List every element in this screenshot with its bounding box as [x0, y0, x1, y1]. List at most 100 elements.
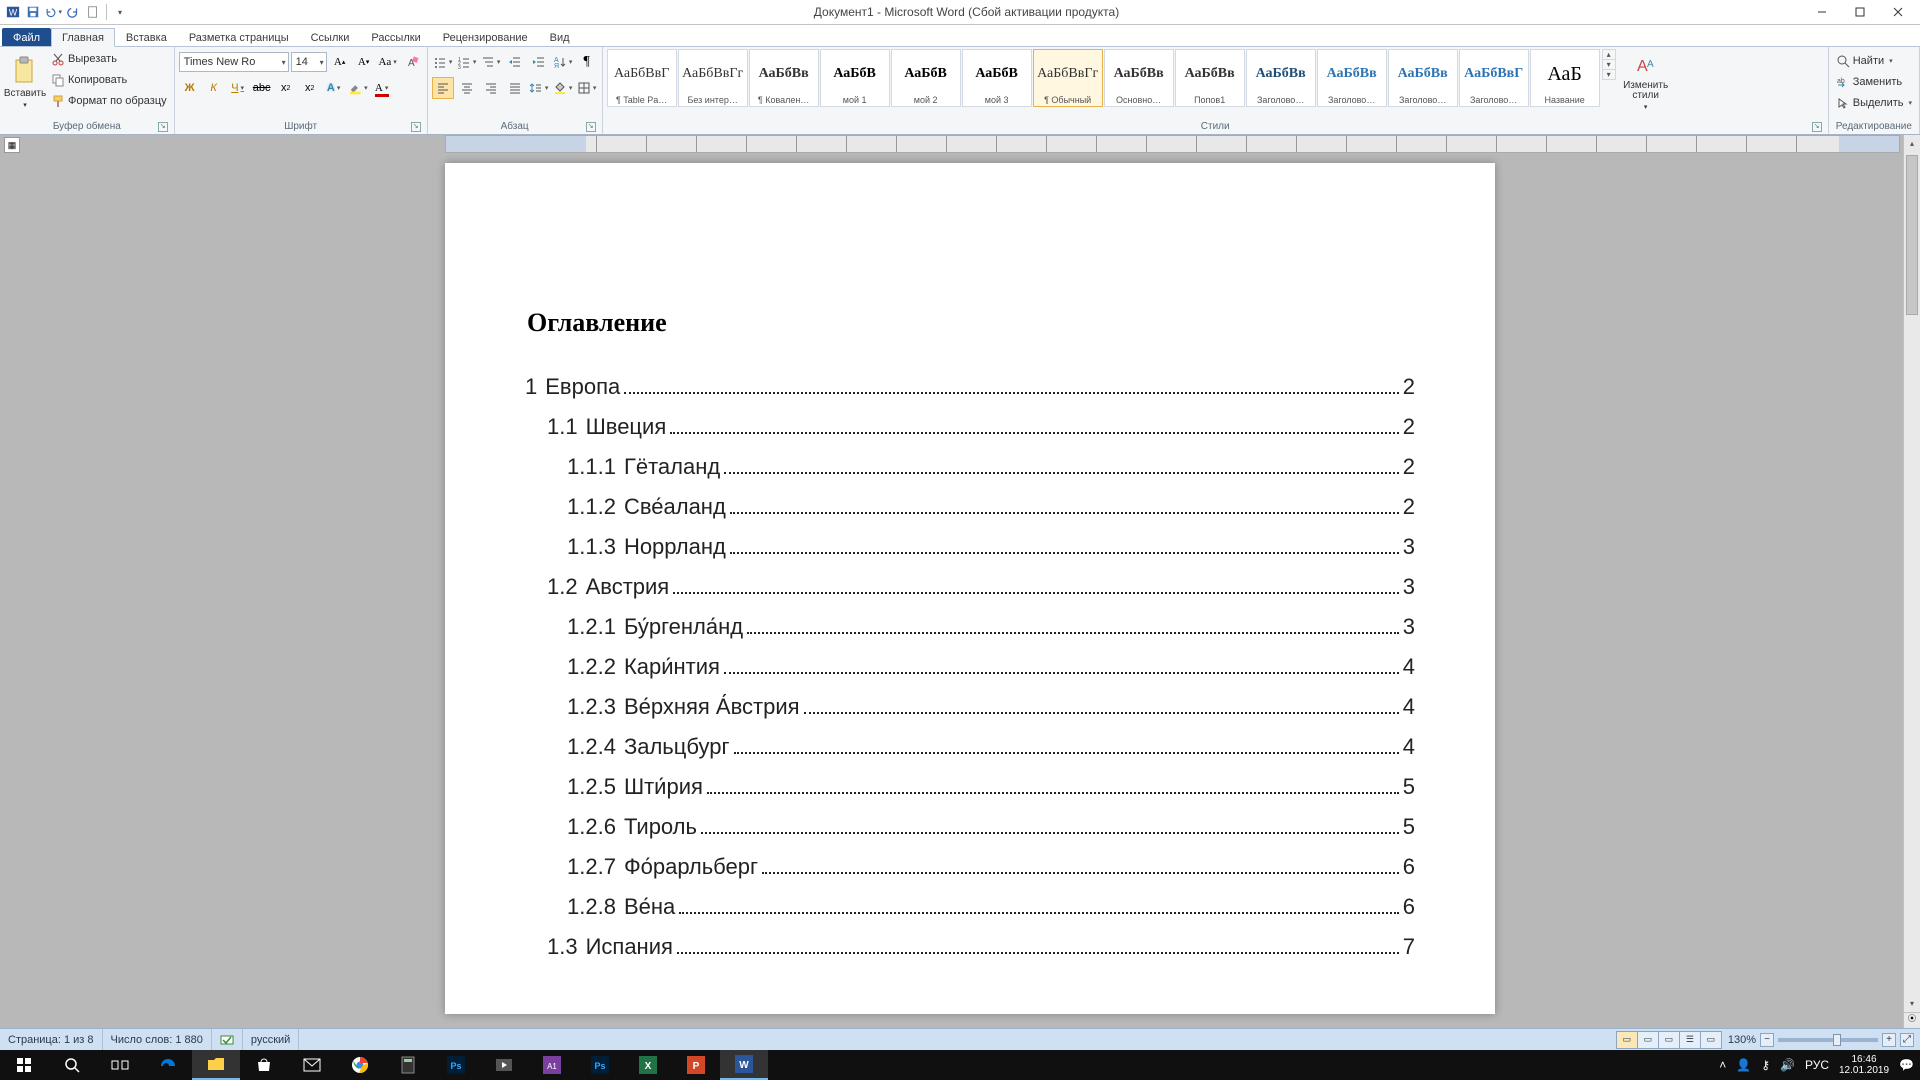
style-card[interactable]: АаБбВвГ¶ Table Pa…: [607, 49, 677, 107]
multilevel-icon[interactable]: [480, 51, 502, 73]
style-gallery[interactable]: АаБбВвГ¶ Table Pa…АаБбВвГгБез интер…АаБб…: [607, 49, 1600, 107]
font-name-combo[interactable]: Times New Ro: [179, 52, 289, 72]
tray-people-icon[interactable]: 👤: [1736, 1058, 1751, 1072]
taskbar-video-icon[interactable]: [480, 1050, 528, 1080]
style-card[interactable]: АаБбВвПопов1: [1175, 49, 1245, 107]
view-draft-icon[interactable]: ▭: [1700, 1031, 1722, 1049]
tray-volume-icon[interactable]: 🔊: [1780, 1058, 1795, 1072]
tab-references[interactable]: Ссылки: [300, 28, 361, 46]
tray-clock[interactable]: 16:46 12.01.2019: [1839, 1054, 1889, 1076]
scroll-up-icon[interactable]: ▴: [1904, 135, 1920, 152]
tray-network-icon[interactable]: ⚷: [1761, 1058, 1770, 1072]
format-painter-button[interactable]: Формат по образцу: [48, 91, 170, 111]
select-button[interactable]: Выделить: [1833, 93, 1915, 113]
style-expand[interactable]: ▾: [1603, 69, 1615, 79]
style-card[interactable]: АаБбВвЗаголово…: [1246, 49, 1316, 107]
ruler-toggle[interactable]: ▦: [4, 137, 20, 153]
status-lang[interactable]: русский: [243, 1029, 299, 1050]
find-button[interactable]: Найти: [1833, 51, 1896, 71]
qat-customize-icon[interactable]: ▾: [111, 3, 129, 21]
style-card[interactable]: АаБбВмой 3: [962, 49, 1032, 107]
style-card[interactable]: АаБбВмой 2: [891, 49, 961, 107]
zoom-out-button[interactable]: −: [1760, 1033, 1774, 1047]
indent-inc-icon[interactable]: [528, 51, 550, 73]
highlight-icon[interactable]: [347, 77, 369, 99]
italic-icon[interactable]: К: [203, 77, 225, 99]
taskbar-taskview-icon[interactable]: [96, 1050, 144, 1080]
style-card[interactable]: АаБбВвЗаголово…: [1317, 49, 1387, 107]
zoom-fit-button[interactable]: ⤢: [1900, 1033, 1914, 1047]
grow-font-icon[interactable]: A▴: [329, 51, 351, 73]
sort-icon[interactable]: AЯ: [552, 51, 574, 73]
taskbar-mail-icon[interactable]: [288, 1050, 336, 1080]
taskbar-store-icon[interactable]: [240, 1050, 288, 1080]
shrink-font-icon[interactable]: A▾: [353, 51, 375, 73]
line-spacing-icon[interactable]: [528, 77, 550, 99]
clipboard-launcher[interactable]: ↘: [158, 122, 168, 132]
qat-undo-icon[interactable]: [44, 3, 62, 21]
replace-button[interactable]: abЗаменить: [1833, 72, 1905, 92]
style-card[interactable]: АаБбВмой 1: [820, 49, 890, 107]
zoom-slider[interactable]: [1778, 1038, 1878, 1042]
taskbar-edge-icon[interactable]: [144, 1050, 192, 1080]
underline-icon[interactable]: Ч: [227, 77, 249, 99]
taskbar-calc-icon[interactable]: [384, 1050, 432, 1080]
tab-file[interactable]: Файл: [2, 28, 51, 46]
page[interactable]: Оглавление 1Европа21.1Швеция21.1.1Гётала…: [445, 163, 1495, 1014]
tab-layout[interactable]: Разметка страницы: [178, 28, 300, 46]
style-scroll-up[interactable]: ▴: [1603, 50, 1615, 59]
style-card[interactable]: АаБбВвЗаголово…: [1388, 49, 1458, 107]
strike-icon[interactable]: abc: [251, 77, 273, 99]
change-case-icon[interactable]: Aa: [377, 51, 399, 73]
style-card[interactable]: АаБбВвГгБез интер…: [678, 49, 748, 107]
tray-notifications-icon[interactable]: 💬: [1899, 1058, 1914, 1072]
style-card[interactable]: АаБбВвГг¶ Обычный: [1033, 49, 1103, 107]
start-button[interactable]: [0, 1050, 48, 1080]
font-launcher[interactable]: ↘: [411, 122, 421, 132]
qat-save-icon[interactable]: [24, 3, 42, 21]
taskbar-excel-icon[interactable]: X: [624, 1050, 672, 1080]
tab-review[interactable]: Рецензирование: [432, 28, 539, 46]
align-right-icon[interactable]: [480, 77, 502, 99]
tab-view[interactable]: Вид: [539, 28, 581, 46]
style-card[interactable]: АаБбВв¶ Ковален…: [749, 49, 819, 107]
bold-icon[interactable]: Ж: [179, 77, 201, 99]
superscript-icon[interactable]: x2: [299, 77, 321, 99]
text-effects-icon[interactable]: A: [323, 77, 345, 99]
numbering-icon[interactable]: 123: [456, 51, 478, 73]
style-card[interactable]: АаБбВвГЗаголово…: [1459, 49, 1529, 107]
clear-format-icon[interactable]: A: [401, 51, 423, 73]
styles-launcher[interactable]: ↘: [1812, 122, 1822, 132]
view-outline-icon[interactable]: ☰: [1679, 1031, 1701, 1049]
taskbar-word-icon[interactable]: W: [720, 1050, 768, 1080]
font-size-combo[interactable]: 14: [291, 52, 327, 72]
prev-page-icon[interactable]: ⦿: [1904, 1013, 1920, 1025]
style-card[interactable]: АаБбВвОсновно…: [1104, 49, 1174, 107]
taskbar-ps-icon[interactable]: Ps: [432, 1050, 480, 1080]
taskbar-explorer-icon[interactable]: [192, 1050, 240, 1080]
minimize-button[interactable]: [1804, 2, 1840, 22]
status-words[interactable]: Число слов: 1 880: [103, 1029, 212, 1050]
qat-redo-icon[interactable]: [64, 3, 82, 21]
view-read-icon[interactable]: ▭: [1637, 1031, 1659, 1049]
indent-dec-icon[interactable]: [504, 51, 526, 73]
font-color-icon[interactable]: A: [371, 77, 393, 99]
justify-icon[interactable]: [504, 77, 526, 99]
qat-new-icon[interactable]: [84, 3, 102, 21]
bullets-icon[interactable]: [432, 51, 454, 73]
maximize-button[interactable]: [1842, 2, 1878, 22]
tab-mailings[interactable]: Рассылки: [360, 28, 431, 46]
taskbar-chrome-icon[interactable]: [336, 1050, 384, 1080]
taskbar-ps2-icon[interactable]: Ps: [576, 1050, 624, 1080]
horizontal-ruler[interactable]: [445, 135, 1900, 153]
status-page[interactable]: Страница: 1 из 8: [0, 1029, 103, 1050]
close-button[interactable]: [1880, 2, 1916, 22]
zoom-in-button[interactable]: +: [1882, 1033, 1896, 1047]
tray-up-icon[interactable]: ˄: [1719, 1058, 1726, 1072]
change-styles-button[interactable]: AA Изменить стили▾: [1618, 49, 1674, 115]
taskbar-app1-icon[interactable]: A1: [528, 1050, 576, 1080]
view-web-icon[interactable]: ▭: [1658, 1031, 1680, 1049]
view-print-icon[interactable]: ▭: [1616, 1031, 1638, 1049]
status-proof[interactable]: [212, 1029, 243, 1050]
tab-insert[interactable]: Вставка: [115, 28, 178, 46]
